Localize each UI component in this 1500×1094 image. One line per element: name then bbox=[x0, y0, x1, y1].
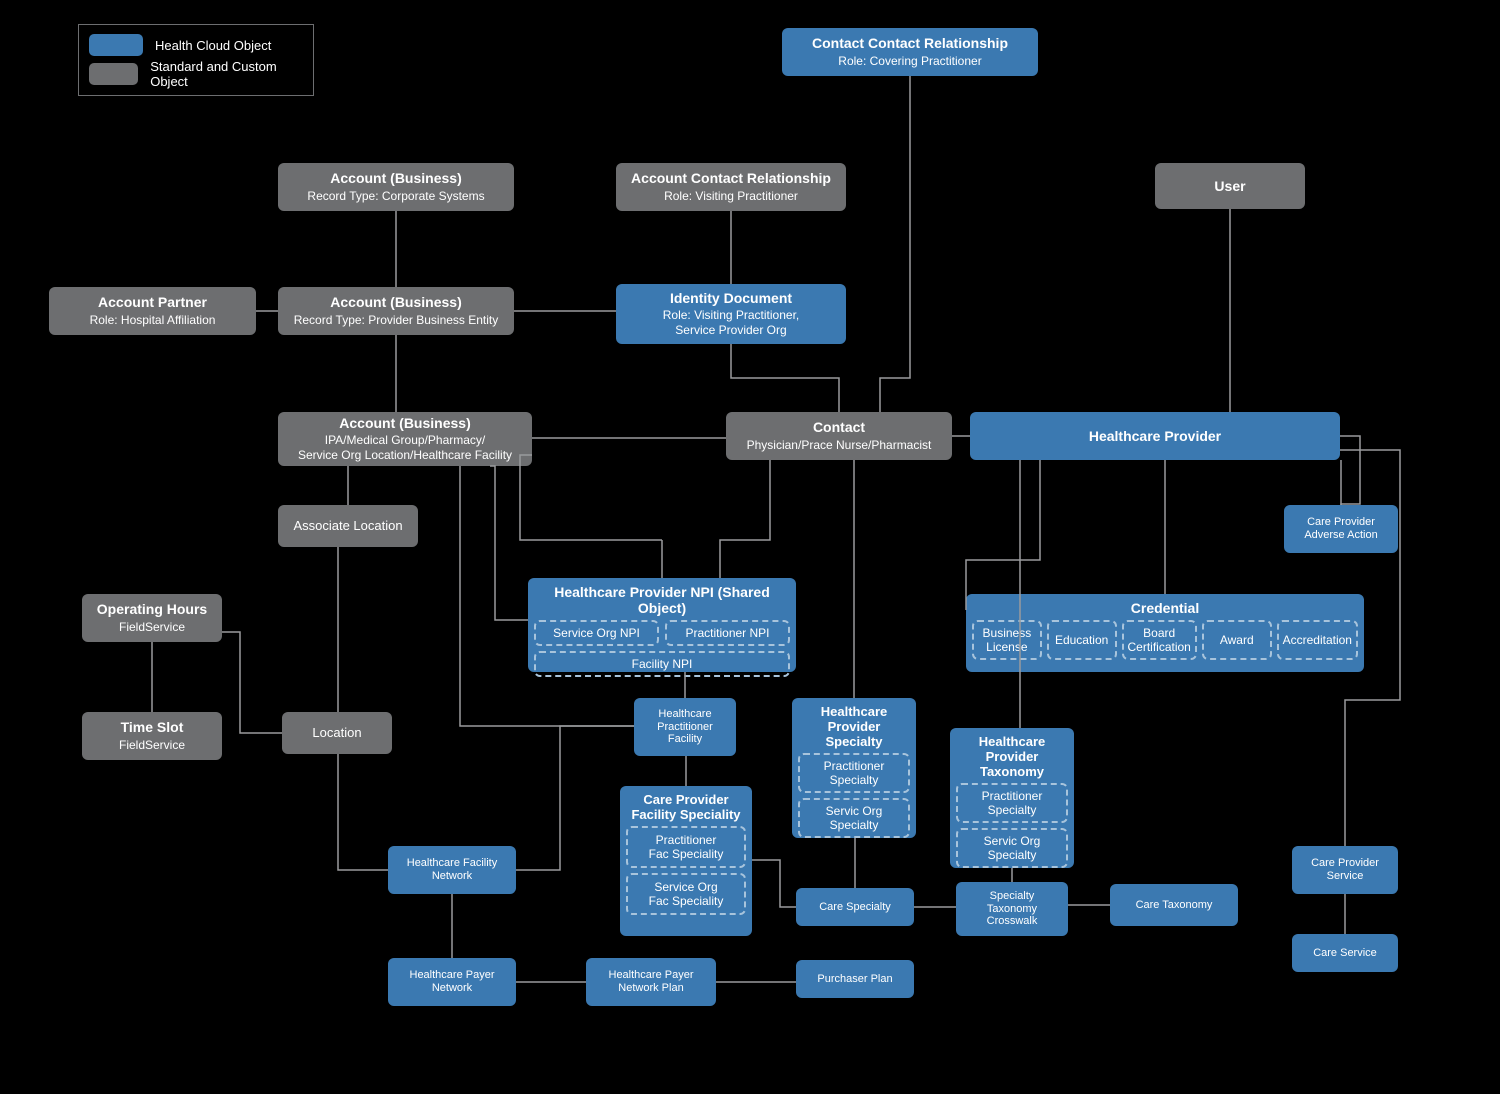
container-npi: Healthcare Provider NPI (Shared Object) … bbox=[528, 578, 796, 672]
box-time-slot: Time Slot FieldService bbox=[82, 712, 222, 760]
box-user: User bbox=[1155, 163, 1305, 209]
box-purchaser-plan: Purchaser Plan bbox=[796, 960, 914, 998]
sub-prac-specialty-tax: Practitioner Specialty bbox=[956, 783, 1068, 823]
box-account-corporate: Account (Business) Record Type: Corporat… bbox=[278, 163, 514, 211]
box-care-provider-service: Care Provider Service bbox=[1292, 846, 1398, 894]
box-care-specialty: Care Specialty bbox=[796, 888, 914, 926]
sub-board-cert: Board Certification bbox=[1122, 620, 1197, 660]
sub-practitioner-npi: Practitioner NPI bbox=[665, 620, 790, 646]
box-identity-document: Identity Document Role: Visiting Practit… bbox=[616, 284, 846, 344]
sub-service-org-npi: Service Org NPI bbox=[534, 620, 659, 646]
box-healthcare-provider: Healthcare Provider bbox=[970, 412, 1340, 460]
legend-swatch-cloud bbox=[89, 34, 143, 56]
box-healthcare-facility-network: Healthcare Facility Network bbox=[388, 846, 516, 894]
sub-prac-specialty: Practitioner Specialty bbox=[798, 753, 910, 793]
box-account-partner: Account Partner Role: Hospital Affiliati… bbox=[49, 287, 256, 335]
box-account-provider-entity: Account (Business) Record Type: Provider… bbox=[278, 287, 514, 335]
sub-serviceorg-specialty-tax: Servic Org Specialty bbox=[956, 828, 1068, 868]
sub-facility-npi: Facility NPI bbox=[534, 651, 790, 677]
container-care-provider-fac-speciality: Care Provider Facility Speciality Practi… bbox=[620, 786, 752, 936]
box-contact: Contact Physician/Prace Nurse/Pharmacist bbox=[726, 412, 952, 460]
sub-award: Award bbox=[1202, 620, 1272, 660]
box-operating-hours: Operating Hours FieldService bbox=[82, 594, 222, 642]
container-credential: Credential Business License Education Bo… bbox=[966, 594, 1364, 672]
legend-label-cloud: Health Cloud Object bbox=[155, 38, 271, 53]
box-healthcare-payer-network-plan: Healthcare Payer Network Plan bbox=[586, 958, 716, 1006]
sub-business-license: Business License bbox=[972, 620, 1042, 660]
container-hc-provider-specialty: Healthcare Provider Specialty Practition… bbox=[792, 698, 916, 838]
sub-serviceorg-specialty: Servic Org Specialty bbox=[798, 798, 910, 838]
sub-accreditation: Accreditation bbox=[1277, 620, 1358, 660]
box-healthcare-payer-network: Healthcare Payer Network bbox=[388, 958, 516, 1006]
box-care-provider-adverse-action: Care Provider Adverse Action bbox=[1284, 505, 1398, 553]
legend-row-standard: Standard and Custom Object bbox=[89, 59, 303, 89]
box-location: Location bbox=[282, 712, 392, 754]
sub-prac-fac-spec: Practitioner Fac Speciality bbox=[626, 826, 746, 868]
box-care-service: Care Service bbox=[1292, 934, 1398, 972]
box-contact-contact-rel: Contact Contact Relationship Role: Cover… bbox=[782, 28, 1038, 76]
legend-row-cloud: Health Cloud Object bbox=[89, 34, 303, 56]
sub-education: Education bbox=[1047, 620, 1117, 660]
box-associate-location: Associate Location bbox=[278, 505, 418, 547]
box-specialty-taxonomy-crosswalk: Specialty Taxonomy Crosswalk bbox=[956, 882, 1068, 936]
container-hc-provider-taxonomy: Healthcare Provider Taxonomy Practitione… bbox=[950, 728, 1074, 868]
box-account-contact-rel: Account Contact Relationship Role: Visit… bbox=[616, 163, 846, 211]
legend-swatch-standard bbox=[89, 63, 138, 85]
box-care-taxonomy: Care Taxonomy bbox=[1110, 884, 1238, 926]
box-healthcare-practitioner-facility: Healthcare Practitioner Facility bbox=[634, 698, 736, 756]
legend: Health Cloud Object Standard and Custom … bbox=[78, 24, 314, 96]
legend-label-standard: Standard and Custom Object bbox=[150, 59, 303, 89]
sub-serviceorg-fac-spec: Service Org Fac Speciality bbox=[626, 873, 746, 915]
box-account-ipa: Account (Business) IPA/Medical Group/Pha… bbox=[278, 412, 532, 466]
